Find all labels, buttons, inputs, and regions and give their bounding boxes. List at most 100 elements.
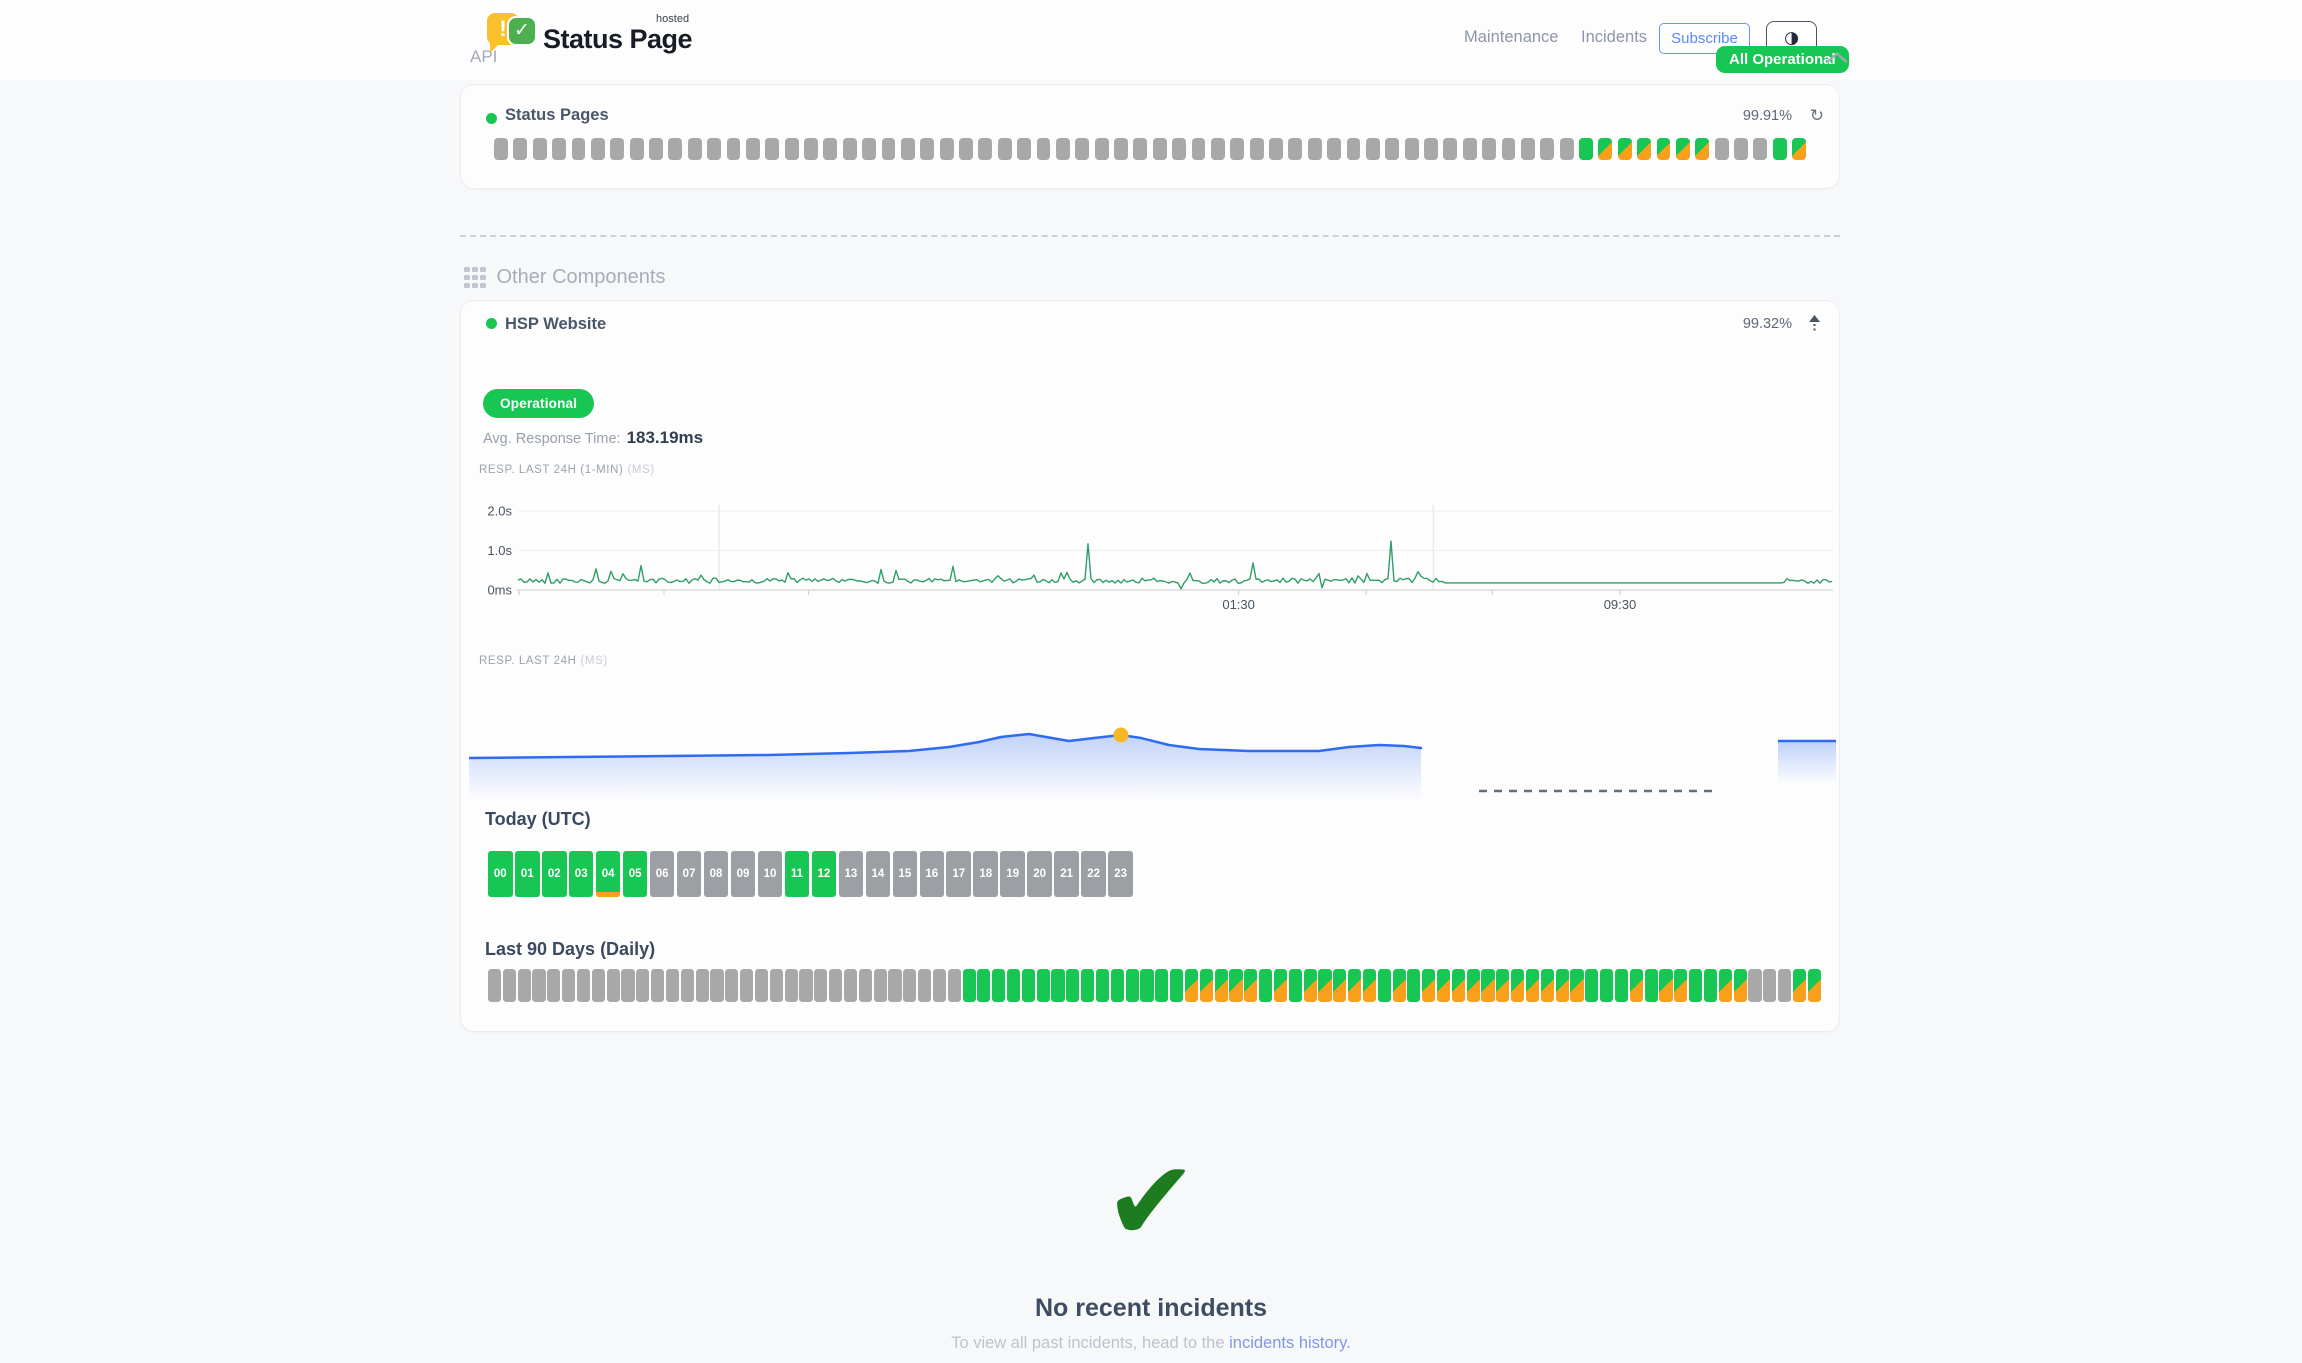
uptime-bar[interactable] [1585, 969, 1598, 1002]
uptime-bar[interactable] [1715, 138, 1729, 160]
uptime-bar[interactable] [607, 969, 620, 1002]
uptime-bar[interactable] [696, 969, 709, 1002]
uptime-bar[interactable] [1443, 138, 1457, 160]
uptime-bar[interactable] [1244, 969, 1257, 1002]
uptime-bar[interactable] [859, 969, 872, 1002]
uptime-bar[interactable] [1704, 969, 1717, 1002]
uptime-bar[interactable] [636, 969, 649, 1002]
hour-block[interactable]: 00 [488, 851, 513, 897]
uptime-bar[interactable] [1095, 138, 1109, 160]
uptime-bar[interactable] [1734, 969, 1747, 1002]
uptime-bar[interactable] [1452, 969, 1465, 1002]
uptime-bar[interactable] [1526, 969, 1539, 1002]
uptime-bar[interactable] [1155, 969, 1168, 1002]
nav-incidents[interactable]: Incidents [1581, 28, 1647, 47]
uptime-bar[interactable] [888, 969, 901, 1002]
uptime-bar[interactable] [503, 969, 516, 1002]
uptime-bar[interactable] [1333, 969, 1346, 1002]
uptime-bar[interactable] [1579, 138, 1593, 160]
uptime-bar[interactable] [518, 969, 531, 1002]
uptime-bar[interactable] [862, 138, 876, 160]
brand-logo[interactable]: ! ✓ hosted Status Page [487, 10, 692, 56]
incidents-history-link[interactable]: incidents history [1229, 1334, 1346, 1352]
uptime-bar[interactable] [710, 969, 723, 1002]
uptime-bar[interactable] [513, 138, 527, 160]
response-time-chart-1min[interactable]: 0ms1.0s2.0s01:3009:30 [486, 495, 1836, 617]
uptime-bar[interactable] [668, 138, 682, 160]
uptime-bar[interactable] [1126, 969, 1139, 1002]
hour-block[interactable]: 05 [623, 851, 648, 897]
uptime-bar[interactable] [1630, 969, 1643, 1002]
uptime-bar[interactable] [1748, 969, 1761, 1002]
uptime-bar[interactable] [1556, 969, 1569, 1002]
uptime-bar[interactable] [1405, 138, 1419, 160]
uptime-bar[interactable] [1540, 138, 1554, 160]
uptime-bar[interactable] [1792, 138, 1806, 160]
uptime-bar[interactable] [681, 969, 694, 1002]
uptime-bar[interactable] [1363, 969, 1376, 1002]
uptime-bar[interactable] [552, 138, 566, 160]
uptime-bar[interactable] [562, 969, 575, 1002]
uptime-bar[interactable] [1676, 138, 1690, 160]
component-name[interactable]: HSP Website [505, 315, 606, 334]
hour-block[interactable]: 09 [731, 851, 756, 897]
uptime-bar[interactable] [1170, 969, 1183, 1002]
uptime-bar[interactable] [959, 138, 973, 160]
uptime-bar[interactable] [533, 138, 547, 160]
uptime-bar[interactable] [1689, 969, 1702, 1002]
hour-block[interactable]: 11 [785, 851, 810, 897]
hour-block[interactable]: 06 [650, 851, 675, 897]
uptime-bar[interactable] [940, 138, 954, 160]
uptime-bar[interactable] [630, 138, 644, 160]
uptime-bar[interactable] [948, 969, 961, 1002]
uptime-bar[interactable] [1437, 969, 1450, 1002]
hour-block[interactable]: 18 [973, 851, 998, 897]
uptime-bar[interactable] [918, 969, 931, 1002]
hour-block[interactable]: 02 [542, 851, 567, 897]
response-time-chart-24h[interactable] [469, 696, 1836, 808]
uptime-bar[interactable] [1318, 969, 1331, 1002]
hour-block[interactable]: 21 [1054, 851, 1079, 897]
uptime-bar[interactable] [903, 969, 916, 1002]
uptime-bar[interactable] [1695, 138, 1709, 160]
uptime-bar[interactable] [1133, 138, 1147, 160]
uptime-bar[interactable] [1808, 969, 1821, 1002]
uptime-bar[interactable] [1066, 969, 1079, 1002]
uptime-bar[interactable] [1250, 138, 1264, 160]
uptime-bar[interactable] [1600, 969, 1613, 1002]
uptime-bar[interactable] [746, 138, 760, 160]
uptime-bar[interactable] [1288, 138, 1302, 160]
uptime-bar[interactable] [1185, 969, 1198, 1002]
uptime-bar[interactable] [1192, 138, 1206, 160]
uptime-bar[interactable] [992, 969, 1005, 1002]
uptime-bar[interactable] [785, 138, 799, 160]
uptime-bar[interactable] [843, 138, 857, 160]
uptime-bar[interactable] [1007, 969, 1020, 1002]
uptime-bar[interactable] [1467, 969, 1480, 1002]
hour-block[interactable]: 12 [812, 851, 837, 897]
uptime-bar[interactable] [1615, 969, 1628, 1002]
refresh-icon[interactable]: ↻ [1810, 106, 1824, 126]
uptime-bar[interactable] [532, 969, 545, 1002]
component-name[interactable]: Status Pages [505, 106, 609, 125]
uptime-bar[interactable] [1598, 138, 1612, 160]
uptime-bar[interactable] [688, 138, 702, 160]
uptime-bar[interactable] [1037, 138, 1051, 160]
uptime-bar[interactable] [1017, 138, 1031, 160]
hour-block[interactable]: 17 [946, 851, 971, 897]
uptime-bar[interactable] [814, 969, 827, 1002]
uptime-bar[interactable] [1637, 138, 1651, 160]
uptime-bar[interactable] [1274, 969, 1287, 1002]
uptime-bar[interactable] [874, 969, 887, 1002]
hour-block[interactable]: 22 [1081, 851, 1106, 897]
uptime-bar[interactable] [1230, 138, 1244, 160]
uptime-bar[interactable] [1378, 969, 1391, 1002]
uptime-bar[interactable] [591, 138, 605, 160]
hour-block[interactable]: 15 [893, 851, 918, 897]
uptime-bar[interactable] [1081, 969, 1094, 1002]
uptime-bar[interactable] [933, 969, 946, 1002]
uptime-bar[interactable] [1289, 969, 1302, 1002]
uptime-bar[interactable] [1259, 969, 1272, 1002]
uptime-bar[interactable] [829, 969, 842, 1002]
hour-block[interactable]: 03 [569, 851, 594, 897]
